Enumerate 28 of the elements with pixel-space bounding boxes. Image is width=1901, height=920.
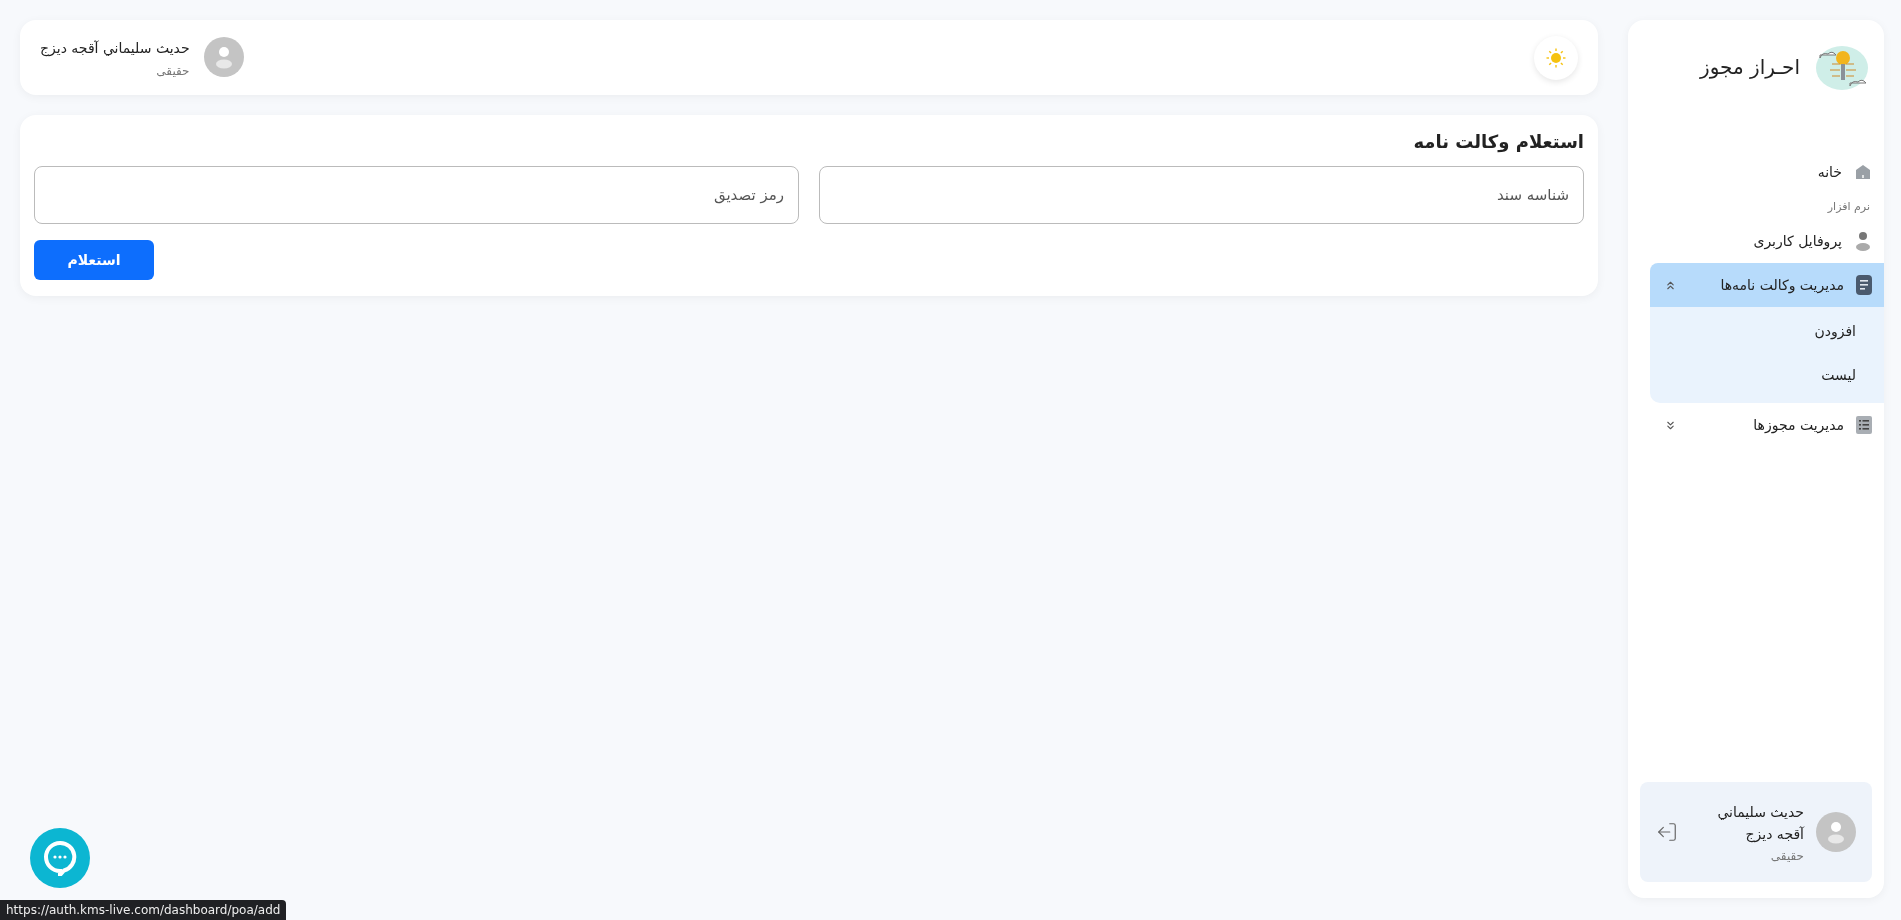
theme-toggle-button[interactable] [1534,35,1578,80]
chat-icon [43,840,77,876]
user-name: حديث سليماني آقجه ديزج [40,39,190,59]
brand-name: احـراز مجوز [1700,55,1800,79]
user-role: حقیقی [155,63,190,78]
status-url: https://auth.kms-live.com/dashboard/poa/add [0,900,287,920]
nav-section-label: نرم افزار [1826,199,1871,215]
nav-group[interactable]: مدیریت وکالت نامه‌ها [1650,263,1884,307]
chat-button[interactable] [30,828,90,888]
input-field[interactable]: رمز تصدیق [34,166,799,224]
list-icon [1856,416,1872,434]
form-title: استعلام وکالت نامه [1412,131,1584,152]
user-name: حديث سليماني آقجه دیزج [1716,802,1804,845]
logout-icon[interactable] [1656,821,1678,843]
submenu-item[interactable]: لیست [1650,353,1884,397]
nav-item[interactable]: پروفایل کاربری [1650,219,1884,263]
avatar-icon [203,37,244,78]
submenu-item[interactable]: افزودن [1650,309,1884,353]
user-role: حقیقی [1769,849,1804,864]
user-icon [1854,231,1872,251]
sun-icon [1545,46,1567,69]
home-icon [1854,163,1872,181]
nav-item[interactable]: خانه [1650,150,1884,194]
nav-group[interactable]: مدیریت مجوزها [1650,403,1884,447]
document-icon [1856,275,1872,295]
inquiry-button[interactable]: استعلام [34,240,154,280]
avatar-icon [1816,812,1856,852]
input-field[interactable]: شناسه سند [819,166,1584,224]
